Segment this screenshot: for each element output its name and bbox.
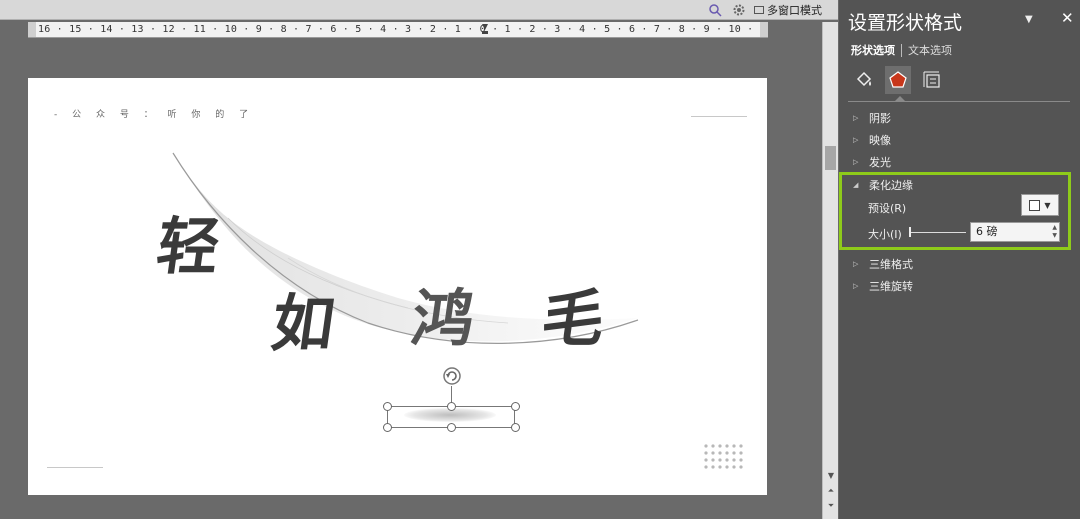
resize-handle-tl[interactable]	[383, 402, 392, 411]
scroll-thumb[interactable]	[825, 146, 836, 170]
top-toolbar: 多窗口模式	[0, 0, 838, 20]
close-icon[interactable]: ✕	[1061, 9, 1074, 27]
pane-tabs: 形状选项 文本选项	[851, 42, 952, 58]
resize-handle-tr[interactable]	[511, 402, 520, 411]
multi-window-label: 多窗口模式	[767, 4, 822, 17]
expand-arrow-icon: ▷	[853, 136, 859, 144]
expand-arrow-icon: ▷	[853, 282, 859, 290]
scroll-down-arrow-icon[interactable]: ▼	[825, 470, 837, 482]
decor-line-bottom	[47, 467, 103, 468]
section-reflection[interactable]: ▷ 映像	[853, 132, 891, 148]
section-shadow[interactable]: ▷ 阴影	[853, 110, 891, 126]
ruler-numbers: 16 · 15 · 14 · 13 · 12 · 11 · 10 · 9 · 8…	[38, 24, 768, 35]
slide-canvas[interactable]: - 公 众 号 ： 听 你 的 了 轻 如 鸿 毛	[28, 78, 767, 495]
pane-title: 设置形状格式	[848, 12, 963, 34]
rotate-handle-icon[interactable]	[441, 365, 463, 387]
horizontal-ruler[interactable]: 16 · 15 · 14 · 13 · 12 · 11 · 10 · 9 · 8…	[28, 22, 768, 38]
size-slider-track[interactable]	[909, 232, 966, 233]
chevron-down-icon: ▼	[1044, 200, 1051, 210]
tab-shape-options[interactable]: 形状选项	[851, 42, 895, 58]
effects-pentagon-icon[interactable]	[885, 66, 911, 94]
title-char-4: 毛	[537, 282, 610, 355]
collapse-arrow-icon: ◢	[853, 181, 859, 189]
expand-arrow-icon: ▷	[853, 260, 859, 268]
next-slide-icon[interactable]: ⏷	[825, 500, 837, 512]
no-preset-icon	[1029, 199, 1041, 211]
wechat-label: - 公 众 号 ： 听 你 的 了	[54, 110, 255, 120]
resize-handle-tm[interactable]	[447, 402, 456, 411]
format-shape-pane: 设置形状格式 ▼ ✕ 形状选项 文本选项 ▷ 阴影 ▷ 映像 ▷ 发光 ◢ 柔化…	[839, 0, 1080, 519]
resize-handle-br[interactable]	[511, 423, 520, 432]
prev-slide-icon[interactable]: ⏶	[825, 485, 837, 497]
pane-options-dropdown-icon[interactable]: ▼	[1025, 14, 1033, 25]
size-spin-input[interactable]: 6 磅 ▲ ▼	[970, 222, 1060, 242]
resize-handle-bm[interactable]	[447, 423, 456, 432]
title-char-2: 如	[267, 287, 340, 360]
preset-dropdown-button[interactable]: ▼	[1021, 194, 1059, 216]
section-3d-format[interactable]: ▷ 三维格式	[853, 256, 913, 272]
spin-arrows-icon[interactable]: ▲ ▼	[1052, 224, 1057, 240]
tab-text-options[interactable]: 文本选项	[908, 42, 952, 58]
decor-line-top	[691, 116, 747, 117]
size-layout-icon[interactable]	[919, 66, 945, 94]
multi-window-button[interactable]: 多窗口模式	[754, 2, 822, 18]
title-char-1: 轻	[152, 210, 225, 283]
preset-label: 预设(R)	[868, 202, 907, 215]
size-value: 6 磅	[976, 225, 998, 238]
vertical-scrollbar[interactable]: ▼ ⏶ ⏷	[822, 22, 838, 519]
ruler-indent-marker[interactable]	[482, 24, 488, 34]
size-slider-thumb[interactable]	[909, 227, 911, 237]
expand-arrow-icon: ▷	[853, 114, 859, 122]
title-char-3: 鸿	[407, 282, 480, 355]
size-label: 大小(I)	[868, 228, 902, 241]
section-3d-rotation[interactable]: ▷ 三维旋转	[853, 278, 913, 294]
fill-line-icon[interactable]	[851, 66, 877, 94]
dot-grid-decoration	[704, 444, 743, 469]
resize-handle-bl[interactable]	[383, 423, 392, 432]
expand-arrow-icon: ▷	[853, 158, 859, 166]
magnify-icon[interactable]	[708, 3, 722, 17]
gear-icon[interactable]	[732, 3, 746, 17]
section-glow[interactable]: ▷ 发光	[853, 154, 891, 170]
app-window: 多窗口模式 16 · 15 · 14 · 13 · 12 · 11 · 10 ·…	[0, 0, 1080, 519]
window-icon	[754, 6, 764, 14]
category-icon-row	[851, 66, 945, 94]
section-soft-edges[interactable]: ◢ 柔化边缘	[853, 177, 913, 193]
